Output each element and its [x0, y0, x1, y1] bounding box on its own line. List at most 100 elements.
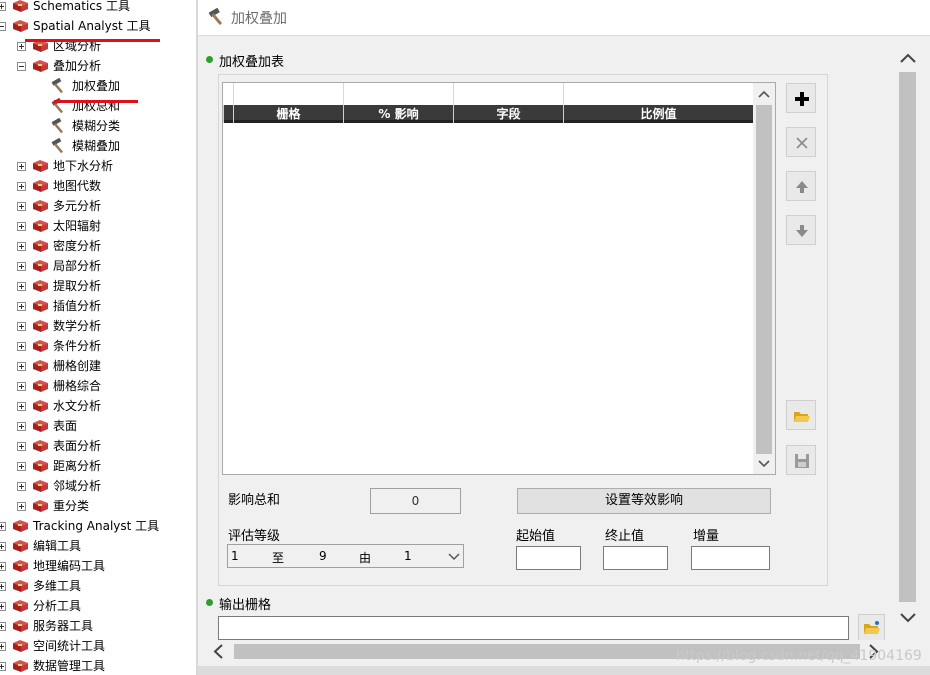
expand-plus-icon[interactable] — [17, 502, 26, 511]
expand-plus-icon[interactable] — [0, 582, 6, 591]
tree-item[interactable]: 栅格综合 — [0, 376, 196, 396]
chevron-down-icon[interactable] — [758, 459, 770, 469]
tree-item[interactable]: 服务器工具 — [0, 616, 196, 636]
expand-plus-icon[interactable] — [17, 322, 26, 331]
tree-item[interactable]: 密度分析 — [0, 236, 196, 256]
expand-plus-icon[interactable] — [0, 602, 6, 611]
open-file-button[interactable] — [786, 400, 816, 430]
from-value-input[interactable] — [516, 546, 581, 570]
expand-plus-icon[interactable] — [17, 462, 26, 471]
eval-scale-dropdown[interactable]: 1 至 9 由 1 — [227, 544, 464, 568]
move-up-button[interactable] — [786, 171, 816, 201]
chevron-down-icon[interactable] — [899, 612, 917, 624]
required-dot-icon — [206, 599, 213, 606]
chevron-left-icon[interactable] — [212, 643, 224, 660]
column-header-influence[interactable]: % 影响 — [343, 105, 453, 123]
tree-item[interactable]: 提取分析 — [0, 276, 196, 296]
tree-item[interactable]: 编辑工具 — [0, 536, 196, 556]
toolbox-icon — [32, 258, 49, 273]
column-header-field[interactable]: 字段 — [453, 105, 563, 123]
expand-plus-icon[interactable] — [17, 182, 26, 191]
save-button[interactable] — [786, 445, 816, 475]
tree-item[interactable]: 地图代数 — [0, 176, 196, 196]
output-raster-input[interactable] — [218, 616, 849, 640]
expand-plus-icon[interactable] — [17, 382, 26, 391]
tree-item[interactable]: 加权叠加 — [0, 76, 196, 96]
expand-plus-icon[interactable] — [17, 402, 26, 411]
expand-plus-icon[interactable] — [0, 662, 6, 671]
tree-item[interactable]: 多维工具 — [0, 576, 196, 596]
expand-plus-icon[interactable] — [0, 622, 6, 631]
tree-item[interactable]: 模糊分类 — [0, 116, 196, 136]
tree-item[interactable]: Schematics 工具 — [0, 0, 196, 16]
column-header-scale-value[interactable]: 比例值 — [563, 105, 753, 123]
set-equal-influence-button[interactable]: 设置等效影响 — [517, 488, 771, 514]
expand-plus-icon[interactable] — [17, 282, 26, 291]
toolbox-tree[interactable]: Schematics 工具 Spatial Analyst 工具 区域分析 叠加分析加… — [0, 0, 196, 675]
weighted-overlay-table[interactable]: 栅格 % 影响 字段 比例值 — [222, 82, 776, 475]
tree-item[interactable]: 模糊叠加 — [0, 136, 196, 156]
expand-plus-icon[interactable] — [17, 482, 26, 491]
column-header-raster[interactable]: 栅格 — [233, 105, 343, 123]
expand-plus-icon[interactable] — [0, 522, 6, 531]
expand-plus-icon[interactable] — [17, 262, 26, 271]
tree-item[interactable]: Tracking Analyst 工具 — [0, 516, 196, 536]
tree-item[interactable]: Spatial Analyst 工具 — [0, 16, 196, 36]
to-value-input[interactable] — [603, 546, 668, 570]
tree-item[interactable]: 地下水分析 — [0, 156, 196, 176]
expand-plus-icon[interactable] — [17, 42, 26, 51]
dialog-vertical-scrollbar[interactable] — [896, 36, 920, 645]
tree-item[interactable]: 重分类 — [0, 496, 196, 516]
tree-item[interactable]: 水文分析 — [0, 396, 196, 416]
expand-plus-icon[interactable] — [0, 542, 6, 551]
expand-plus-icon[interactable] — [0, 642, 6, 651]
expand-plus-icon[interactable] — [17, 442, 26, 451]
toolbox-icon — [32, 318, 49, 333]
tree-item-label: 密度分析 — [53, 239, 102, 253]
expand-plus-icon[interactable] — [17, 302, 26, 311]
toolbox-icon — [32, 498, 49, 513]
tree-item[interactable]: 局部分析 — [0, 256, 196, 276]
expand-plus-icon[interactable] — [17, 242, 26, 251]
tree-item[interactable]: 栅格创建 — [0, 356, 196, 376]
tree-item[interactable]: 多元分析 — [0, 196, 196, 216]
expand-plus-icon[interactable] — [17, 362, 26, 371]
tree-item[interactable]: 邻域分析 — [0, 476, 196, 496]
collapse-minus-icon[interactable] — [17, 62, 26, 71]
tree-item[interactable]: 表面分析 — [0, 436, 196, 456]
expand-plus-icon[interactable] — [17, 222, 26, 231]
table-scroll-thumb[interactable] — [756, 105, 772, 454]
tree-item[interactable]: 表面 — [0, 416, 196, 436]
increment-input[interactable] — [691, 546, 770, 570]
toolbox-icon — [32, 298, 49, 313]
add-row-button[interactable] — [786, 83, 816, 113]
tree-item[interactable]: 数据管理工具 — [0, 656, 196, 675]
tree-item[interactable]: 分析工具 — [0, 596, 196, 616]
collapse-minus-icon[interactable] — [0, 22, 6, 31]
toolbox-icon — [12, 638, 29, 653]
tree-item[interactable]: 数学分析 — [0, 316, 196, 336]
tree-item[interactable]: 叠加分析 — [0, 56, 196, 76]
tree-item-label: 模糊分类 — [72, 119, 121, 133]
expand-plus-icon[interactable] — [0, 2, 6, 11]
tree-item[interactable]: 距离分析 — [0, 456, 196, 476]
move-down-button[interactable] — [786, 215, 816, 245]
tree-item[interactable]: 太阳辐射 — [0, 216, 196, 236]
expand-plus-icon[interactable] — [17, 202, 26, 211]
tree-item[interactable]: 加权总和 — [0, 96, 196, 116]
expand-plus-icon[interactable] — [17, 342, 26, 351]
browse-output-button[interactable] — [858, 614, 885, 641]
tree-item[interactable]: 地理编码工具 — [0, 556, 196, 576]
chevron-up-icon[interactable] — [758, 89, 770, 99]
dialog-scroll-thumb[interactable] — [899, 72, 916, 602]
tree-item-label: 重分类 — [53, 499, 90, 513]
expand-plus-icon[interactable] — [17, 422, 26, 431]
chevron-up-icon[interactable] — [899, 52, 917, 64]
remove-row-button[interactable] — [786, 127, 816, 157]
expand-plus-icon[interactable] — [17, 162, 26, 171]
tree-item[interactable]: 空间统计工具 — [0, 636, 196, 656]
expand-plus-icon[interactable] — [0, 562, 6, 571]
tree-item[interactable]: 插值分析 — [0, 296, 196, 316]
tree-item[interactable]: 条件分析 — [0, 336, 196, 356]
table-vertical-scrollbar[interactable] — [753, 83, 775, 474]
